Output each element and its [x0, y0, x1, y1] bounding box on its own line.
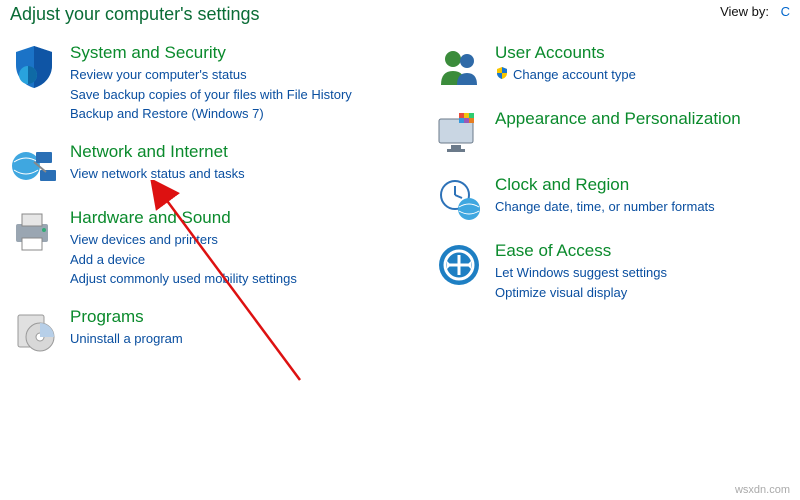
ease-of-access-icon: [435, 241, 483, 289]
link-uninstall-program[interactable]: Uninstall a program: [70, 329, 183, 349]
header: Adjust your computer's settings View by:…: [0, 0, 800, 43]
category-system-security: System and Security Review your computer…: [10, 43, 435, 124]
globe-network-icon: [10, 142, 58, 190]
category-title[interactable]: User Accounts: [495, 43, 636, 63]
link-add-device[interactable]: Add a device: [70, 250, 297, 270]
view-by-label: View by:: [720, 4, 769, 19]
shield-icon: [10, 43, 58, 91]
right-column: User Accounts Change account type: [435, 43, 790, 373]
printer-icon: [10, 208, 58, 256]
link-suggest-settings[interactable]: Let Windows suggest settings: [495, 263, 667, 283]
link-date-time-formats[interactable]: Change date, time, or number formats: [495, 197, 715, 217]
link-review-status[interactable]: Review your computer's status: [70, 65, 352, 85]
category-title[interactable]: Network and Internet: [70, 142, 245, 162]
category-title[interactable]: Programs: [70, 307, 183, 327]
left-column: System and Security Review your computer…: [10, 43, 435, 373]
category-title[interactable]: Ease of Access: [495, 241, 667, 261]
disc-box-icon: [10, 307, 58, 355]
category-programs: Programs Uninstall a program: [10, 307, 435, 355]
link-change-account-type[interactable]: Change account type: [495, 65, 636, 85]
page-title: Adjust your computer's settings: [10, 4, 260, 25]
link-backup-restore[interactable]: Backup and Restore (Windows 7): [70, 104, 352, 124]
users-icon: [435, 43, 483, 91]
view-by-value[interactable]: C: [781, 4, 790, 19]
category-title[interactable]: System and Security: [70, 43, 352, 63]
link-network-status[interactable]: View network status and tasks: [70, 164, 245, 184]
category-clock-region: Clock and Region Change date, time, or n…: [435, 175, 790, 223]
category-title[interactable]: Hardware and Sound: [70, 208, 297, 228]
monitor-swatch-icon: [435, 109, 483, 157]
link-optimize-display[interactable]: Optimize visual display: [495, 283, 667, 303]
category-hardware-sound: Hardware and Sound View devices and prin…: [10, 208, 435, 289]
categories: System and Security Review your computer…: [0, 43, 800, 373]
category-title[interactable]: Clock and Region: [495, 175, 715, 195]
view-by: View by: C: [720, 4, 790, 19]
category-ease-of-access: Ease of Access Let Windows suggest setti…: [435, 241, 790, 302]
watermark: wsxdn.com: [735, 484, 790, 496]
category-title[interactable]: Appearance and Personalization: [495, 109, 741, 129]
category-appearance-personalization: Appearance and Personalization: [435, 109, 790, 157]
link-text: Change account type: [513, 67, 636, 82]
category-network-internet: Network and Internet View network status…: [10, 142, 435, 190]
link-mobility-settings[interactable]: Adjust commonly used mobility settings: [70, 269, 297, 289]
uac-shield-icon: [495, 66, 509, 86]
link-file-history[interactable]: Save backup copies of your files with Fi…: [70, 85, 352, 105]
clock-globe-icon: [435, 175, 483, 223]
link-devices-printers[interactable]: View devices and printers: [70, 230, 297, 250]
category-user-accounts: User Accounts Change account type: [435, 43, 790, 91]
